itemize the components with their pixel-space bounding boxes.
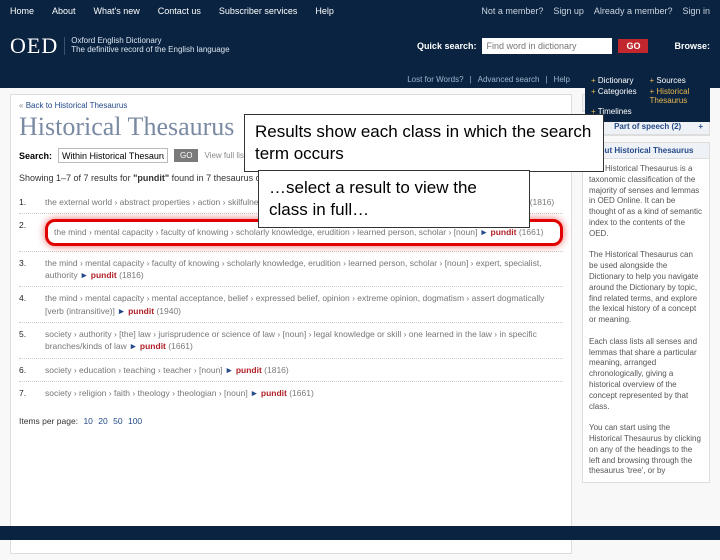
already-member: Already a member? <box>594 6 673 16</box>
lost-link[interactable]: Lost for Words? <box>407 75 463 84</box>
breadcrumb-back[interactable]: Back to Historical Thesaurus <box>26 101 128 110</box>
banner: OED Oxford English Dictionary The defini… <box>0 22 720 70</box>
result-row[interactable]: 3. the mind › mental capacity › faculty … <box>19 251 563 287</box>
nav-help[interactable]: Help <box>315 6 334 16</box>
quick-search-label: Quick search: <box>417 41 477 51</box>
browse-dictionary[interactable]: + Dictionary <box>591 76 646 85</box>
expand-icon[interactable]: ► <box>80 270 88 280</box>
ipp-100[interactable]: 100 <box>128 416 142 426</box>
adv-search-link[interactable]: Advanced search <box>478 75 540 84</box>
nav-subs[interactable]: Subscriber services <box>219 6 298 16</box>
browse-thesaurus[interactable]: + Historical Thesaurus <box>650 87 705 105</box>
annotation-callout: Results show each class in which the sea… <box>244 114 604 172</box>
quick-search-input[interactable] <box>482 38 612 54</box>
breadcrumb: « Back to Historical Thesaurus <box>19 101 563 110</box>
expand-icon[interactable]: ► <box>225 365 233 375</box>
expand-icon[interactable]: ► <box>117 306 125 316</box>
ipp-10[interactable]: 10 <box>83 416 92 426</box>
result-row[interactable]: 4. the mind › mental capacity › mental a… <box>19 286 563 322</box>
page-title: Historical Thesaurus <box>19 112 234 142</box>
subbar-help-link[interactable]: Help <box>554 75 570 84</box>
annotation-callout: …select a result to view the class in fu… <box>258 170 530 228</box>
ipp-50[interactable]: 50 <box>113 416 122 426</box>
result-row[interactable]: 7. society › religion › faith › theology… <box>19 381 563 404</box>
quick-search-go-button[interactable]: GO <box>618 39 648 53</box>
local-search-input[interactable] <box>58 148 168 163</box>
top-nav: Home About What's new Contact us Subscri… <box>0 0 720 22</box>
nav-about[interactable]: About <box>52 6 76 16</box>
logo[interactable]: OED Oxford English Dictionary The defini… <box>10 33 230 59</box>
expand-icon[interactable]: ► <box>129 341 137 351</box>
browse-label: Browse: <box>674 41 710 51</box>
nav-new[interactable]: What's new <box>94 6 140 16</box>
signin-link[interactable]: Sign in <box>682 6 710 16</box>
not-member: Not a member? <box>481 6 543 16</box>
browse-sources[interactable]: + Sources <box>650 76 705 85</box>
nav-contact[interactable]: Contact us <box>158 6 201 16</box>
local-search-go-button[interactable]: GO <box>174 149 198 162</box>
logo-tag2: The definitive record of the English lan… <box>71 46 229 55</box>
browse-categories[interactable]: + Categories <box>591 87 646 105</box>
expand-icon[interactable]: ► <box>250 388 258 398</box>
items-per-page: Items per page: 10 20 50 100 <box>19 416 563 426</box>
signup-link[interactable]: Sign up <box>553 6 584 16</box>
expand-icon[interactable]: ► <box>480 227 488 237</box>
ipp-20[interactable]: 20 <box>98 416 107 426</box>
nav-home[interactable]: Home <box>10 6 34 16</box>
about-text: The Historical Thesaurus is a taxonomic … <box>583 159 709 482</box>
result-row[interactable]: 6. society › education › teaching › teac… <box>19 358 563 381</box>
footer-bar <box>0 526 720 540</box>
result-row[interactable]: 5. society › authority › [the] law › jur… <box>19 322 563 358</box>
local-search-label: Search: <box>19 151 52 161</box>
logo-text: OED <box>10 33 58 59</box>
